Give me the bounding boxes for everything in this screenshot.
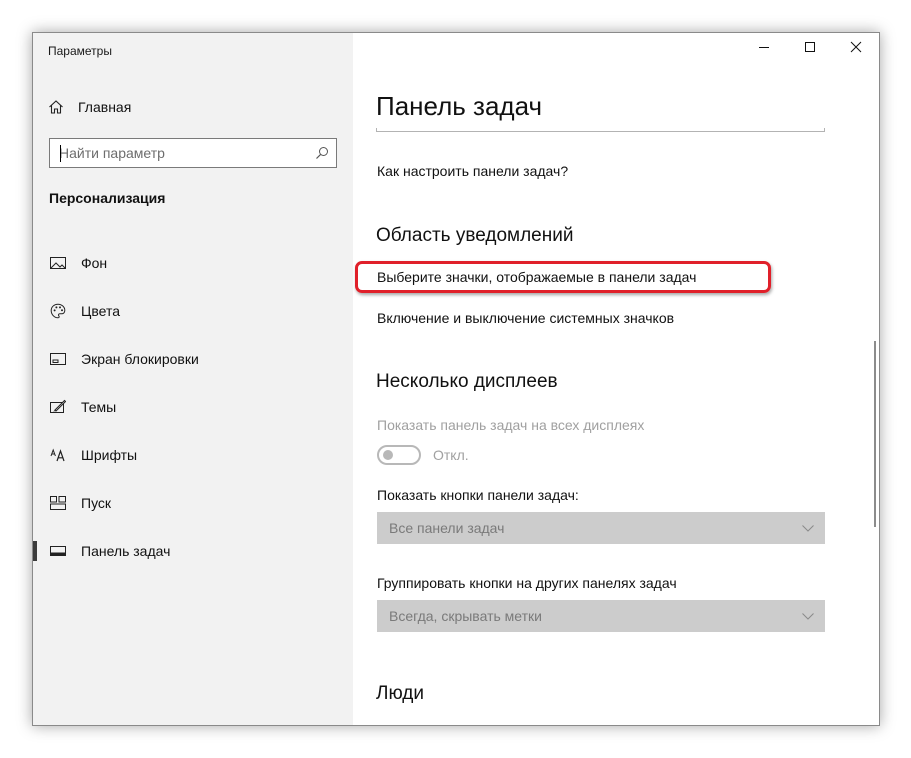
sidebar: Параметры Главная Персонализация Фон [33, 33, 353, 725]
sidebar-nav: Фон Цвета Экран блокировки Темы Шрифты П… [33, 239, 353, 575]
select-taskbar-icons-link[interactable]: Выберите значки, отображаемые в панели з… [377, 269, 696, 285]
sidebar-item-taskbar[interactable]: Панель задач [33, 527, 353, 575]
section-heading: Персонализация [49, 190, 166, 206]
sidebar-item-label: Панель задач [81, 543, 171, 559]
main-content: Панель задач Как настроить панели задач?… [353, 33, 879, 725]
page-title: Панель задач [376, 91, 543, 121]
fonts-icon [49, 446, 67, 464]
minimize-icon [758, 40, 770, 58]
show-taskbar-toggle[interactable] [377, 445, 421, 465]
sidebar-item-label: Цвета [81, 303, 120, 319]
toggle-state-label: Откл. [433, 447, 469, 463]
sidebar-item-start[interactable]: Пуск [33, 479, 353, 527]
taskbar-icon [49, 542, 67, 560]
maximize-button[interactable] [787, 33, 833, 65]
sidebar-item-label: Экран блокировки [81, 351, 199, 367]
window-controls [741, 33, 879, 65]
people-heading: Люди [376, 683, 425, 704]
chevron-down-icon [801, 521, 815, 535]
show-buttons-select[interactable]: Все панели задач [377, 512, 825, 544]
palette-icon [49, 302, 67, 320]
sidebar-item-label: Темы [81, 399, 117, 415]
search-box[interactable] [49, 138, 337, 168]
sidebar-item-label: Шрифты [81, 447, 138, 463]
sidebar-item-label: Фон [81, 255, 108, 271]
settings-window: Параметры Главная Персонализация Фон [32, 32, 880, 726]
start-icon [49, 494, 67, 512]
combine-buttons-select[interactable]: Всегда, скрывать метки [377, 600, 825, 632]
scrollbar-thumb[interactable] [874, 341, 876, 527]
search-icon[interactable] [315, 146, 329, 160]
sidebar-item-home[interactable]: Главная [48, 96, 131, 118]
minimize-button[interactable] [741, 33, 787, 65]
lock-screen-icon [49, 350, 67, 368]
show-buttons-label: Показать кнопки панели задач: [377, 487, 579, 503]
combine-buttons-value: Всегда, скрывать метки [389, 608, 542, 624]
sidebar-item-label: Пуск [81, 495, 112, 511]
maximize-icon [804, 40, 816, 58]
multiple-displays-heading: Несколько дисплеев [376, 371, 558, 392]
show-taskbar-all-displays-label: Показать панель задач на всех дисплеях [377, 417, 645, 433]
sidebar-item-lock-screen[interactable]: Экран блокировки [33, 335, 353, 383]
show-buttons-value: Все панели задач [389, 520, 505, 536]
help-link[interactable]: Как настроить панели задач? [377, 163, 568, 179]
text-caret [60, 145, 61, 162]
search-input[interactable] [50, 139, 309, 167]
sidebar-item-background[interactable]: Фон [33, 239, 353, 287]
close-button[interactable] [833, 33, 879, 65]
home-icon [48, 98, 66, 116]
title-underline [376, 128, 825, 132]
app-title: Параметры [48, 44, 112, 58]
image-icon [49, 254, 67, 272]
combine-buttons-label: Группировать кнопки на других панелях за… [377, 575, 677, 591]
sidebar-item-themes[interactable]: Темы [33, 383, 353, 431]
toggle-knob [383, 450, 393, 460]
sidebar-item-fonts[interactable]: Шрифты [33, 431, 353, 479]
chevron-down-icon [801, 609, 815, 623]
sidebar-item-colors[interactable]: Цвета [33, 287, 353, 335]
notification-area-heading: Область уведомлений [376, 225, 574, 246]
themes-icon [49, 398, 67, 416]
system-icons-link[interactable]: Включение и выключение системных значков [377, 310, 674, 326]
sidebar-item-home-label: Главная [78, 99, 132, 115]
close-icon [850, 40, 862, 58]
